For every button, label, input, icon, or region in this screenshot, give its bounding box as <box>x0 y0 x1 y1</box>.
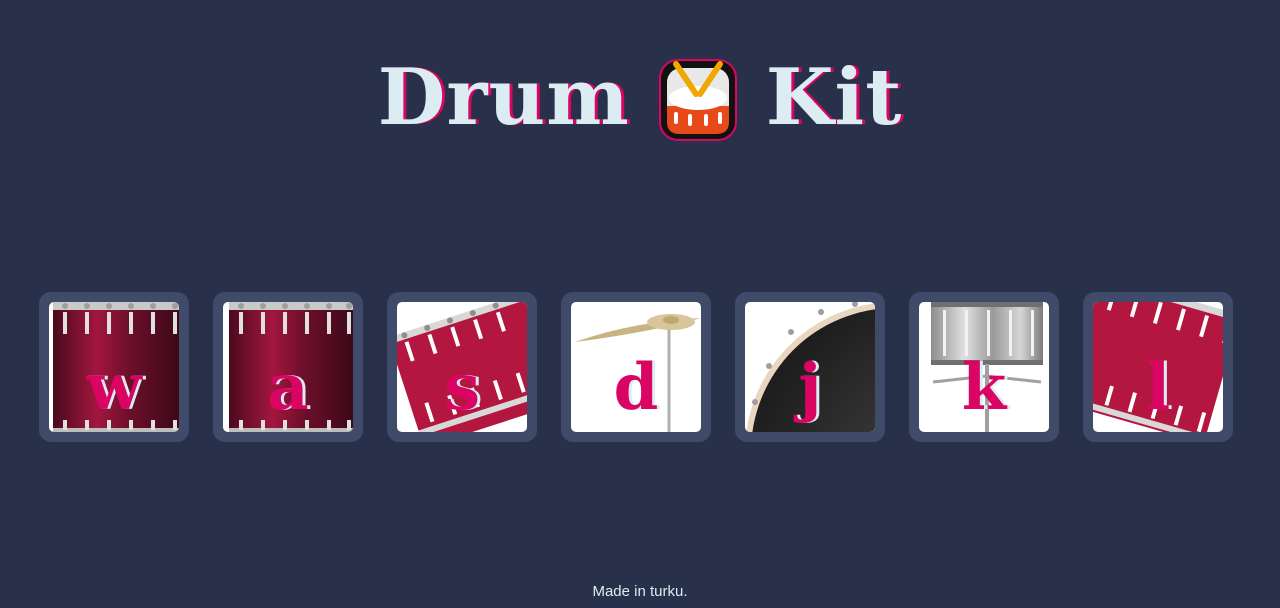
drum-key-face: w <box>49 302 179 432</box>
key-letter: s <box>443 350 481 425</box>
page-title: Drum Kit <box>0 48 1280 148</box>
title-word-drum: Drum <box>377 52 630 143</box>
key-letter: d <box>613 350 659 425</box>
drum-key-a[interactable]: a <box>213 292 363 442</box>
key-letter: l <box>1145 350 1171 425</box>
footer-text: Made in turku. <box>592 583 688 600</box>
drum-emoji-icon <box>658 59 737 141</box>
drum-key-d[interactable]: d <box>561 292 711 442</box>
drum-key-face: j <box>745 302 875 432</box>
drum-key-w[interactable]: w <box>39 292 189 442</box>
drum-key-face: a <box>223 302 353 432</box>
drum-key-j[interactable]: j <box>735 292 885 442</box>
drum-key-face: d <box>571 302 701 432</box>
drum-key-face: s <box>397 302 527 432</box>
drum-key-l[interactable]: l <box>1083 292 1233 442</box>
drum-key-k[interactable]: k <box>909 292 1059 442</box>
key-letter: w <box>86 350 142 425</box>
drum-key-face: l <box>1093 302 1223 432</box>
drum-key-face: k <box>919 302 1049 432</box>
key-letter: j <box>798 350 822 425</box>
drum-key-s[interactable]: s <box>387 292 537 442</box>
key-letter: k <box>961 350 1007 425</box>
key-letter: a <box>267 350 309 425</box>
title-word-kit: Kit <box>765 52 903 143</box>
drum-keys: w a s d j k l <box>0 292 1280 442</box>
